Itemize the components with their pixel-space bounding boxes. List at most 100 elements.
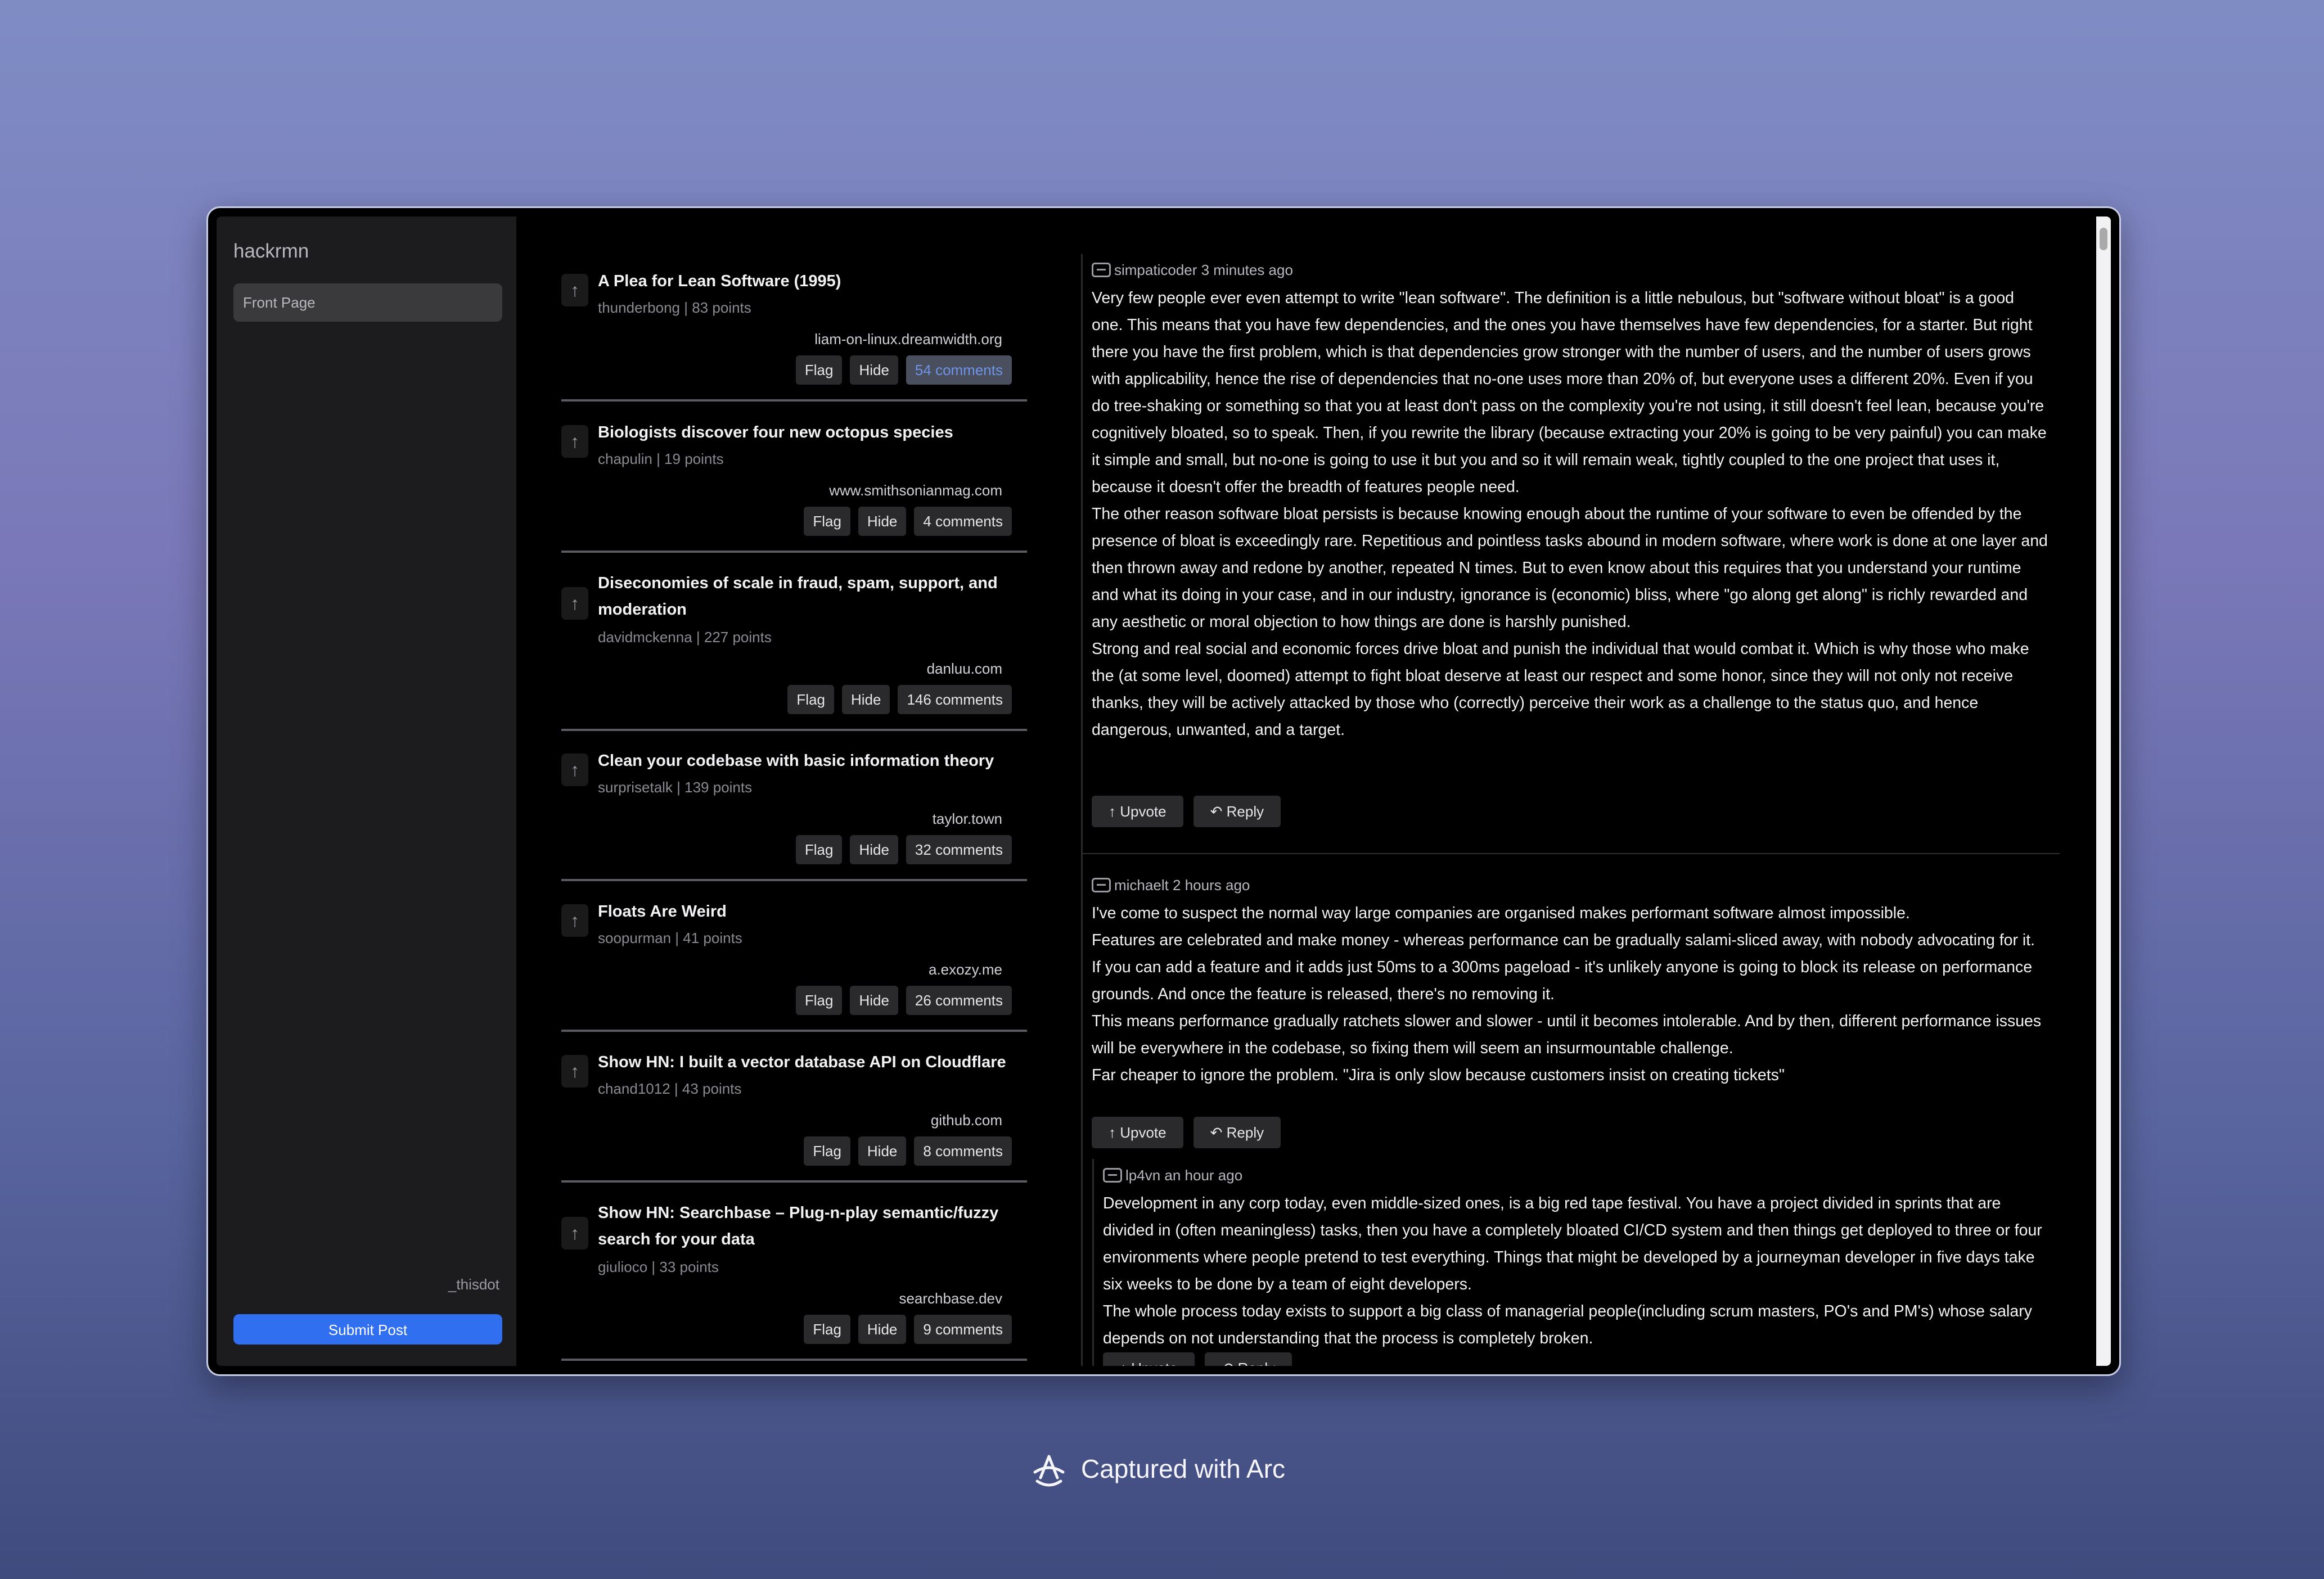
flag-button[interactable]: Flag xyxy=(787,685,834,714)
story-domain[interactable]: liam-on-linux.dreamwidth.org xyxy=(814,331,1002,348)
story-divider xyxy=(561,399,1027,401)
story-item: ↑ Show HN: I built a vector database API… xyxy=(561,1049,1027,1193)
hide-button[interactable]: Hide xyxy=(858,1315,907,1344)
upvote-arrow-icon[interactable]: ↑ xyxy=(561,274,588,306)
story-title[interactable]: Floats Are Weird xyxy=(598,899,1020,925)
upvote-label: Upvote xyxy=(1120,1124,1166,1141)
comment-actions: ↑ Upvote ↶ Reply xyxy=(1103,1352,1292,1366)
sidebar-item-front-page[interactable]: Front Page xyxy=(233,283,502,322)
reply-button[interactable]: ↶ Reply xyxy=(1204,1352,1292,1366)
comments-button[interactable]: 4 comments xyxy=(914,507,1012,536)
hide-button[interactable]: Hide xyxy=(850,835,898,864)
flag-button[interactable]: Flag xyxy=(795,355,843,385)
comment-body: I've come to suspect the normal way larg… xyxy=(1092,900,2048,1089)
comment-header: lp4vn an hour ago xyxy=(1103,1167,1242,1184)
story-title[interactable]: Clean your codebase with basic informati… xyxy=(598,748,1020,774)
story-meta: davidmckenna | 227 points xyxy=(598,629,772,646)
story-item: ↑ Floats Are Weird soopurman | 41 points… xyxy=(561,899,1027,1042)
submit-post-button[interactable]: Submit Post xyxy=(233,1314,502,1345)
collapse-icon[interactable] xyxy=(1103,1168,1122,1183)
comment-thread: simpaticoder 3 minutes ago Very few peop… xyxy=(1081,216,2085,1366)
comment-author-line: simpaticoder 3 minutes ago xyxy=(1114,261,1293,278)
brand-title: hackrmn xyxy=(233,240,309,262)
story-domain[interactable]: a.exozy.me xyxy=(929,961,1002,978)
reply-button[interactable]: ↶ Reply xyxy=(1193,796,1281,827)
story-actions: Flag Hide 4 comments xyxy=(804,507,1012,536)
comments-button[interactable]: 32 comments xyxy=(906,835,1012,864)
flag-button[interactable]: Flag xyxy=(804,1136,850,1166)
comment-body: Development in any corp today, even midd… xyxy=(1103,1190,2048,1352)
comment-paragraph: The whole process today exists to suppor… xyxy=(1103,1302,2032,1347)
comments-button[interactable]: 8 comments xyxy=(914,1136,1012,1166)
comment-author-line: lp4vn an hour ago xyxy=(1125,1167,1243,1184)
comment-paragraph: If you can add a feature and it adds jus… xyxy=(1092,958,2033,1003)
vertical-scrollbar[interactable] xyxy=(2096,216,2111,1366)
reply-label: Reply xyxy=(1238,1360,1275,1366)
flag-button[interactable]: Flag xyxy=(804,1315,850,1344)
story-actions: Flag Hide 8 comments xyxy=(804,1136,1012,1166)
comments-button[interactable]: 54 comments xyxy=(906,355,1012,385)
upvote-button[interactable]: ↑ Upvote xyxy=(1092,1117,1183,1148)
story-title[interactable]: Diseconomies of scale in fraud, spam, su… xyxy=(598,570,1020,623)
story-title[interactable]: Show HN: I built a vector database API o… xyxy=(598,1049,1020,1076)
story-item: ↑ A Plea for Lean Software (1995) thunde… xyxy=(561,268,1027,412)
story-title[interactable]: A Plea for Lean Software (1995) xyxy=(598,268,1020,295)
flag-button[interactable]: Flag xyxy=(804,507,850,536)
current-username[interactable]: _thisdot xyxy=(448,1276,499,1293)
upvote-arrow-icon[interactable]: ↑ xyxy=(561,587,588,620)
upvote-arrow-icon[interactable]: ↑ xyxy=(561,754,588,786)
story-item: ↑ Biologists discover four new octopus s… xyxy=(561,419,1027,563)
comment-actions: ↑ Upvote ↶ Reply xyxy=(1092,796,1281,827)
story-item: ↑ Diseconomies of scale in fraud, spam, … xyxy=(561,570,1027,750)
comments-button[interactable]: 26 comments xyxy=(906,986,1012,1015)
upvote-button[interactable]: ↑ Upvote xyxy=(1103,1352,1195,1366)
collapse-icon[interactable] xyxy=(1092,878,1111,892)
hide-button[interactable]: Hide xyxy=(858,1136,907,1166)
story-divider xyxy=(561,1180,1027,1183)
upvote-button[interactable]: ↑ Upvote xyxy=(1092,796,1183,827)
story-domain[interactable]: github.com xyxy=(931,1112,1002,1129)
collapse-icon[interactable] xyxy=(1092,263,1111,277)
hide-button[interactable]: Hide xyxy=(858,507,907,536)
app-root: hackrmn Front Page _thisdot Submit Post … xyxy=(217,216,2111,1366)
hide-button[interactable]: Hide xyxy=(850,986,898,1015)
story-domain[interactable]: danluu.com xyxy=(927,660,1002,678)
story-actions: Flag Hide 146 comments xyxy=(787,685,1012,714)
flag-button[interactable]: Flag xyxy=(795,835,843,864)
comment-author-line: michaelt 2 hours ago xyxy=(1114,877,1250,894)
comment-paragraph: Far cheaper to ignore the problem. "Jira… xyxy=(1092,1066,1785,1084)
hide-button[interactable]: Hide xyxy=(850,355,898,385)
story-title[interactable]: Biologists discover four new octopus spe… xyxy=(598,419,1020,446)
arc-logo-icon xyxy=(1033,1455,1065,1487)
upvote-arrow-icon[interactable]: ↑ xyxy=(561,904,588,937)
comment-paragraph: The other reason software bloat persists… xyxy=(1092,505,2048,631)
scrollbar-thumb[interactable] xyxy=(2100,228,2107,250)
hide-button[interactable]: Hide xyxy=(841,685,890,714)
upvote-arrow-icon[interactable]: ↑ xyxy=(561,1217,588,1249)
story-meta: thunderbong | 83 points xyxy=(598,299,751,316)
story-actions: Flag Hide 32 comments xyxy=(795,835,1012,864)
story-domain[interactable]: www.smithsonianmag.com xyxy=(829,482,1002,499)
comment-header: michaelt 2 hours ago xyxy=(1092,877,1250,894)
flag-button[interactable]: Flag xyxy=(795,986,843,1015)
upvote-arrow-icon[interactable]: ↑ xyxy=(561,425,588,458)
story-divider xyxy=(561,1030,1027,1032)
comment-body: Very few people ever even attempt to wri… xyxy=(1092,285,2048,743)
story-divider xyxy=(561,879,1027,881)
story-title[interactable]: Show HN: Searchbase – Plug-n-play semant… xyxy=(598,1200,1020,1253)
footer-caption: Captured with Arc xyxy=(1081,1454,1286,1483)
sidebar: hackrmn Front Page _thisdot Submit Post xyxy=(217,216,516,1366)
story-meta: surprisetalk | 139 points xyxy=(598,779,753,796)
upvote-arrow-icon[interactable]: ↑ xyxy=(561,1055,588,1088)
reply-button[interactable]: ↶ Reply xyxy=(1193,1117,1281,1148)
comments-button[interactable]: 146 comments xyxy=(898,685,1012,714)
comments-button[interactable]: 9 comments xyxy=(914,1315,1012,1344)
comment-actions: ↑ Upvote ↶ Reply xyxy=(1092,1117,1281,1148)
story-domain[interactable]: searchbase.dev xyxy=(899,1290,1002,1307)
story-actions: Flag Hide 54 comments xyxy=(795,355,1012,385)
story-actions: Flag Hide 26 comments xyxy=(795,986,1012,1015)
story-divider xyxy=(561,1359,1027,1361)
upvote-label: Upvote xyxy=(1131,1360,1177,1366)
story-meta: chand1012 | 43 points xyxy=(598,1080,742,1097)
story-domain[interactable]: taylor.town xyxy=(933,810,1002,828)
